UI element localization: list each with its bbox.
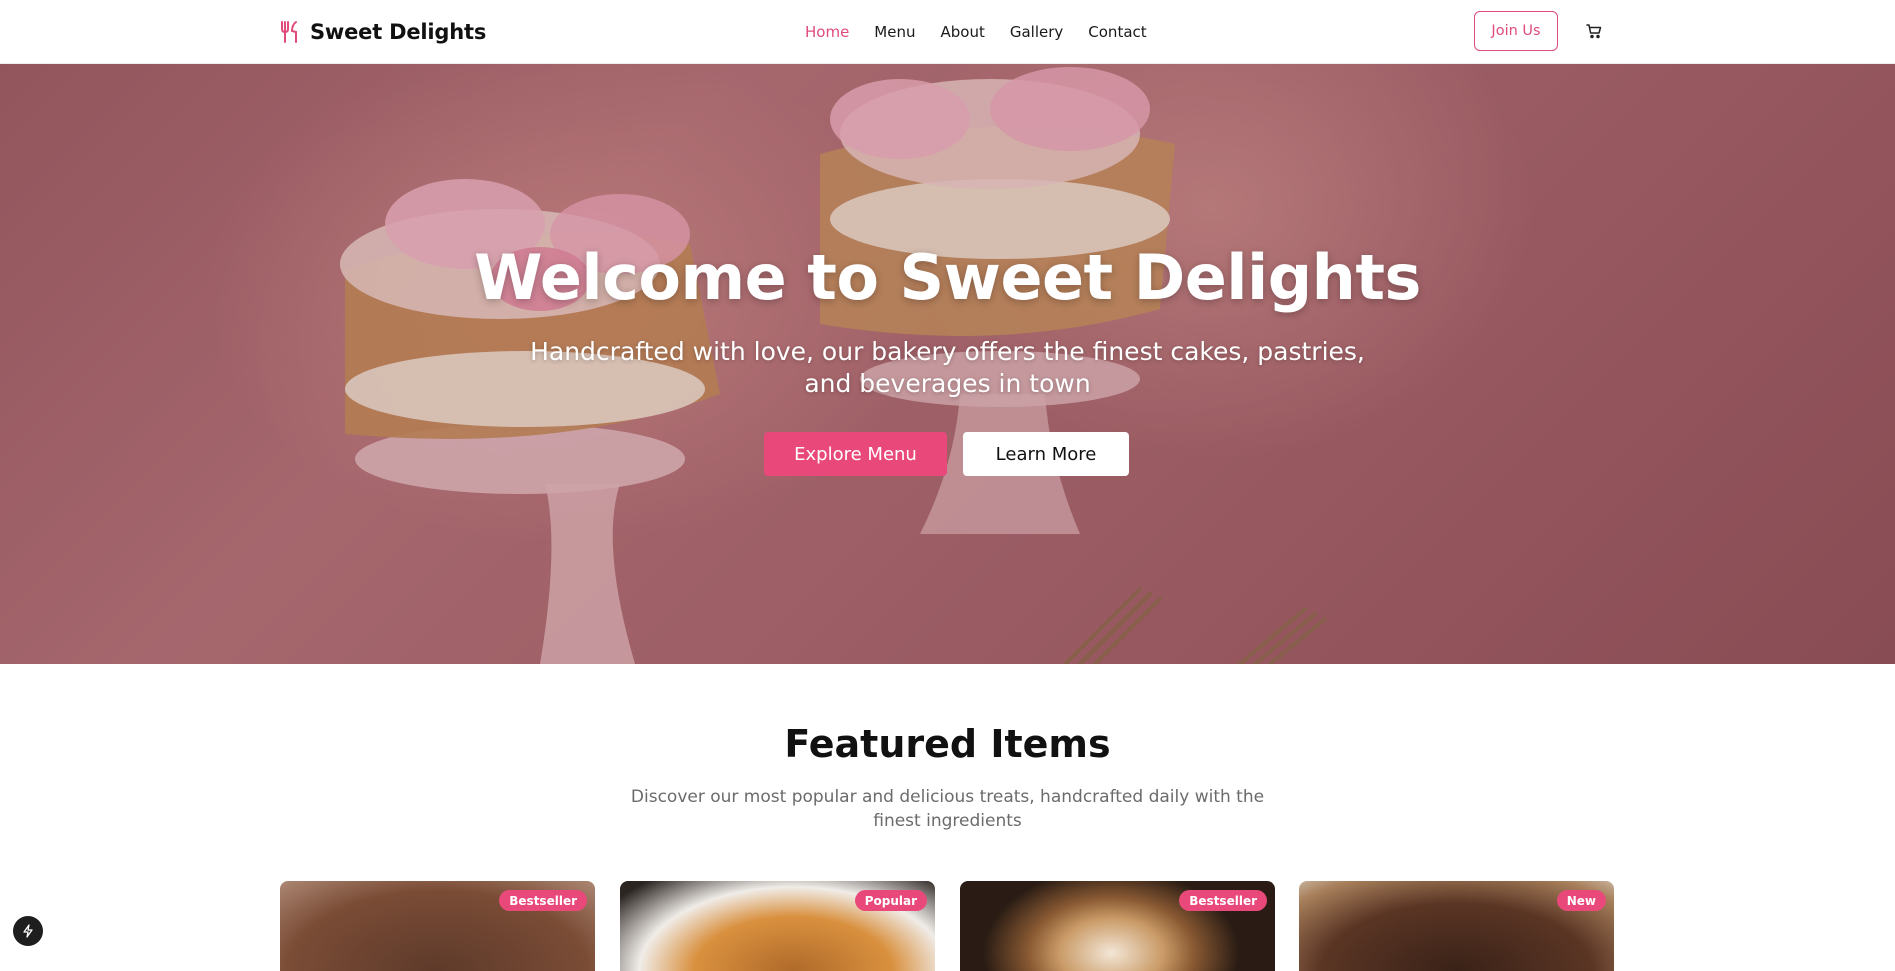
shopping-cart-icon[interactable] bbox=[1583, 20, 1605, 42]
card-badge: Bestseller bbox=[499, 890, 587, 911]
card-badge: Bestseller bbox=[1179, 890, 1267, 911]
lightning-icon[interactable] bbox=[13, 916, 43, 946]
brand-logo[interactable]: Sweet Delights bbox=[279, 0, 486, 63]
hero-content: Welcome to Sweet Delights Handcrafted wi… bbox=[0, 64, 1895, 664]
featured-subtitle: Discover our most popular and delicious … bbox=[630, 787, 1265, 831]
nav-link-about[interactable]: About bbox=[940, 23, 984, 41]
nav-link-gallery[interactable]: Gallery bbox=[1010, 23, 1063, 41]
featured-card-chocolate-cake[interactable]: Bestseller bbox=[280, 881, 595, 971]
brand-name: Sweet Delights bbox=[310, 19, 487, 44]
featured-card-croissant[interactable]: Popular bbox=[620, 881, 935, 971]
main-nav: Home Menu About Gallery Contact bbox=[805, 0, 1147, 63]
hero-title: Welcome to Sweet Delights bbox=[474, 241, 1421, 314]
featured-title: Featured Items bbox=[784, 722, 1111, 766]
fork-knife-icon bbox=[279, 20, 301, 44]
featured-card-latte[interactable]: Bestseller bbox=[960, 881, 1275, 971]
join-us-button[interactable]: Join Us bbox=[1474, 11, 1558, 51]
nav-link-home[interactable]: Home bbox=[805, 23, 849, 41]
card-badge: Popular bbox=[854, 890, 927, 911]
card-badge: New bbox=[1556, 890, 1606, 911]
hero-subtitle: Handcrafted with love, our bakery offers… bbox=[530, 337, 1365, 398]
nav-link-menu[interactable]: Menu bbox=[874, 23, 915, 41]
hero-section: Welcome to Sweet Delights Handcrafted wi… bbox=[0, 64, 1895, 664]
learn-more-button[interactable]: Learn More bbox=[963, 432, 1129, 476]
explore-menu-button[interactable]: Explore Menu bbox=[764, 432, 947, 476]
navbar: Sweet Delights Home Menu About Gallery C… bbox=[0, 0, 1895, 64]
featured-card-chocolate-tart[interactable]: New bbox=[1299, 881, 1614, 971]
nav-link-contact[interactable]: Contact bbox=[1088, 23, 1146, 41]
